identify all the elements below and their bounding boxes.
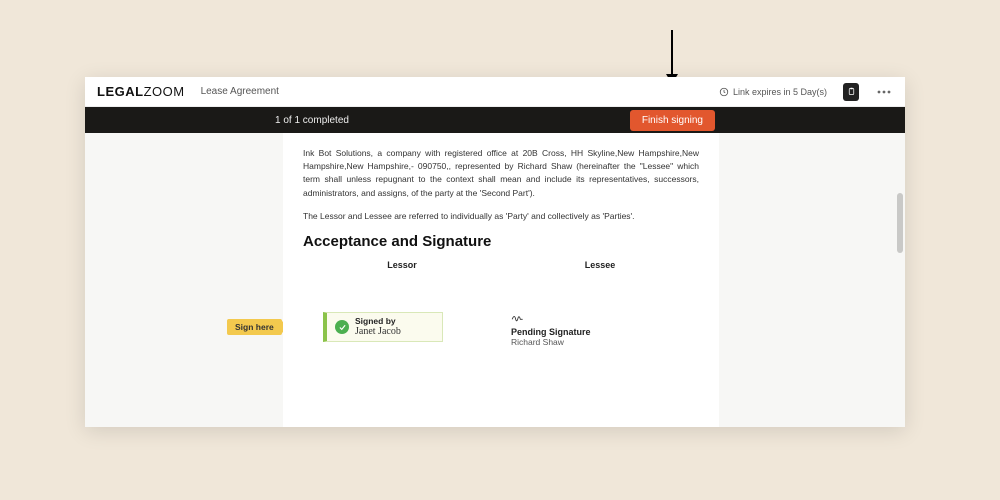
scrollbar-thumb[interactable] — [897, 193, 903, 253]
signed-by-label: Signed by — [355, 317, 401, 326]
finish-signing-button[interactable]: Finish signing — [630, 110, 715, 131]
more-icon — [877, 90, 891, 94]
clipboard-button[interactable] — [843, 83, 859, 101]
pending-signature-box[interactable]: Pending Signature Richard Shaw — [511, 312, 591, 347]
check-circle-icon — [335, 320, 349, 334]
signature-columns: Lessor Signed by Janet Jacob Lessee — [303, 260, 699, 347]
progress-bar: 1 of 1 completed Finish signing — [85, 107, 905, 133]
document-paragraph: Ink Bot Solutions, a company with regist… — [303, 147, 699, 200]
signature-icon — [511, 312, 591, 325]
app-window: LEGALZOOM Lease Agreement Link expires i… — [85, 77, 905, 427]
pending-signer-name: Richard Shaw — [511, 337, 591, 347]
link-expiry-text: Link expires in 5 Day(s) — [733, 87, 827, 97]
brand-logo-bold: LEGAL — [97, 84, 144, 99]
more-menu-button[interactable] — [875, 83, 893, 101]
document-paragraph: The Lessor and Lessee are referred to in… — [303, 210, 699, 223]
lessor-label: Lessor — [387, 260, 417, 270]
brand-logo: LEGALZOOM — [97, 84, 185, 99]
lessee-label: Lessee — [585, 260, 616, 270]
section-heading: Acceptance and Signature — [303, 233, 699, 250]
progress-status: 1 of 1 completed — [275, 115, 349, 126]
clipboard-icon — [847, 86, 856, 97]
document-page: Ink Bot Solutions, a company with regist… — [283, 133, 719, 427]
vertical-scrollbar[interactable] — [897, 133, 903, 427]
sign-here-badge[interactable]: Sign here — [227, 319, 282, 335]
link-expiry: Link expires in 5 Day(s) — [719, 87, 827, 97]
signed-name: Janet Jacob — [355, 326, 401, 337]
lessee-column: Lessee Pending Signature Richard Shaw — [501, 260, 699, 347]
clock-icon — [719, 87, 729, 97]
document-viewport: Sign here Ink Bot Solutions, a company w… — [85, 133, 905, 427]
signed-signature-box[interactable]: Signed by Janet Jacob — [323, 312, 443, 342]
document-tab[interactable]: Lease Agreement — [201, 86, 279, 97]
top-bar: LEGALZOOM Lease Agreement Link expires i… — [85, 77, 905, 107]
brand-logo-light: ZOOM — [144, 84, 185, 99]
lessor-column: Lessor Signed by Janet Jacob — [303, 260, 501, 347]
pending-signature-label: Pending Signature — [511, 327, 591, 337]
